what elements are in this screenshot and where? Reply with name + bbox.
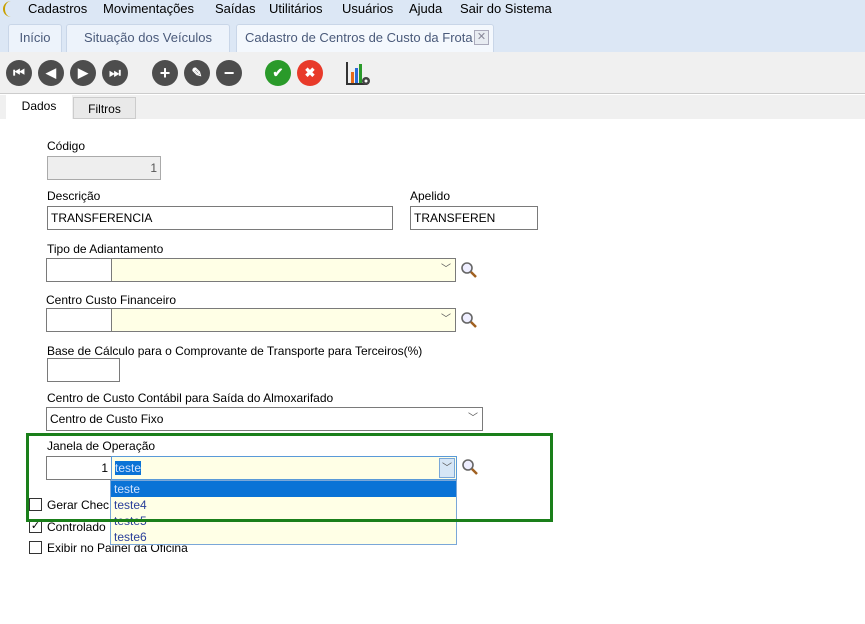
codigo-label: Código xyxy=(47,139,86,153)
tipo-adiantamento-select[interactable]: ﹀ xyxy=(111,258,456,282)
menu-utilitarios[interactable]: Utilitários xyxy=(269,0,322,17)
dropdown-option[interactable]: teste6 xyxy=(111,529,456,545)
confirm-icon[interactable]: ✔ xyxy=(265,60,291,86)
first-icon[interactable]: ⏮ xyxy=(6,60,32,86)
apelido-label: Apelido xyxy=(410,189,451,203)
next-icon[interactable]: ▶ xyxy=(70,60,96,86)
centro-custo-financeiro-select[interactable]: ﹀ xyxy=(111,308,456,332)
base-calculo-label: Base de Cálculo para o Comprovante de Tr… xyxy=(47,344,423,358)
apelido-input[interactable]: TRANSFEREN xyxy=(410,206,538,230)
menu-cadastros[interactable]: Cadastros xyxy=(28,0,87,17)
menu-movimentacoes[interactable]: Movimentações xyxy=(103,0,194,17)
tab-cadastro-centros-custo[interactable]: Cadastro de Centros de Custo da Frota ✕ xyxy=(236,24,494,52)
tab-label: Dados xyxy=(21,99,57,113)
close-tab-icon[interactable]: ✕ xyxy=(474,30,489,45)
menu-sair[interactable]: Sair do Sistema xyxy=(460,0,552,17)
selected-value: Centro de Custo Fixo xyxy=(50,412,164,426)
descricao-input[interactable]: TRANSFERENCIA xyxy=(47,206,393,230)
descricao-label: Descrição xyxy=(47,189,101,203)
tab-dados[interactable]: Dados xyxy=(6,95,72,119)
highlight-box xyxy=(26,433,553,522)
centro-custo-financeiro-code-input[interactable] xyxy=(46,308,112,332)
exibir-painel-checkbox[interactable] xyxy=(29,541,42,554)
edit-icon[interactable]: ✎ xyxy=(184,60,210,86)
controlado-checkbox-label: Controlado xyxy=(47,520,106,534)
tipo-adiantamento-code-input[interactable] xyxy=(46,258,112,282)
cancel-icon[interactable]: ✖ xyxy=(297,60,323,86)
tab-label: Filtros xyxy=(88,102,121,116)
menu-ajuda[interactable]: Ajuda xyxy=(409,0,442,17)
tab-label: Situação dos Veículos xyxy=(84,30,212,45)
tab-inicio[interactable]: Início xyxy=(8,24,62,52)
toolbar: ⏮ ◀ ▶ ⏭ + ✎ − ✔ ✖ xyxy=(0,52,865,94)
tab-situacao-veiculos[interactable]: Situação dos Veículos xyxy=(66,24,230,52)
chevron-down-icon[interactable]: ﹀ xyxy=(438,310,454,330)
menu-bar: Cadastros Movimentações Saídas Utilitári… xyxy=(0,0,865,18)
search-icon[interactable] xyxy=(460,311,478,329)
add-icon[interactable]: + xyxy=(152,60,178,86)
remove-icon[interactable]: − xyxy=(216,60,242,86)
menu-usuarios[interactable]: Usuários xyxy=(342,0,393,17)
menu-saidas[interactable]: Saídas xyxy=(215,0,255,17)
search-icon[interactable] xyxy=(460,261,478,279)
tab-strip: Início Situação dos Veículos Cadastro de… xyxy=(0,18,865,52)
report-chart-icon[interactable] xyxy=(345,60,373,88)
last-icon[interactable]: ⏭ xyxy=(102,60,128,86)
centro-custo-financeiro-label: Centro Custo Financeiro xyxy=(46,293,177,307)
tipo-adiantamento-label: Tipo de Adiantamento xyxy=(47,242,164,256)
tab-label: Início xyxy=(19,30,51,45)
chevron-down-icon[interactable]: ﹀ xyxy=(438,260,454,280)
centro-custo-contabil-select[interactable]: Centro de Custo Fixo ﹀ xyxy=(46,407,483,431)
centro-custo-contabil-label: Centro de Custo Contábil para Saída do A… xyxy=(47,391,334,405)
codigo-field: 1 xyxy=(47,156,161,180)
chevron-down-icon[interactable]: ﹀ xyxy=(465,409,481,429)
previous-icon[interactable]: ◀ xyxy=(38,60,64,86)
sub-tabs: Dados Filtros xyxy=(0,95,865,119)
base-calculo-input[interactable] xyxy=(47,358,120,382)
tab-label: Cadastro de Centros de Custo da Frota xyxy=(245,30,473,45)
tab-filtros[interactable]: Filtros xyxy=(73,97,136,119)
app-logo-icon xyxy=(3,1,21,17)
